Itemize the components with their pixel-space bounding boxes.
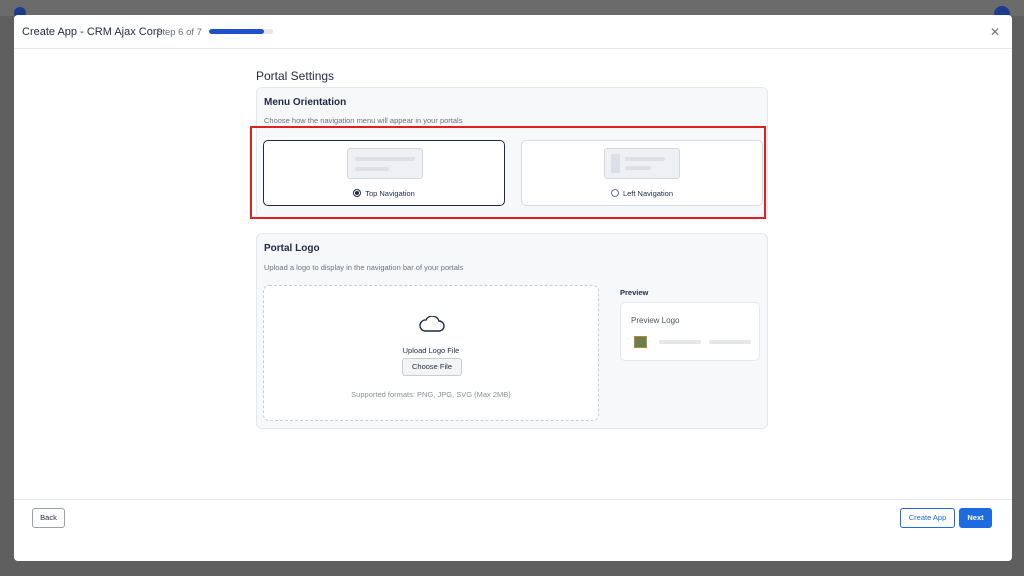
modal-title: Create App - CRM Ajax Corp	[22, 26, 163, 38]
annotation-highlight-box	[250, 126, 766, 219]
cloud-upload-icon	[419, 316, 445, 332]
logo-dropzone[interactable]: Upload Logo File Choose File Supported f…	[263, 285, 599, 421]
step-progress-bar	[209, 29, 273, 34]
modal-header: Create App - CRM Ajax Corp Step 6 of 7 ✕	[14, 15, 1012, 49]
menu-orientation-description: Choose how the navigation menu will appe…	[264, 116, 463, 125]
choose-file-button[interactable]: Choose File	[402, 358, 462, 376]
next-button[interactable]: Next	[959, 508, 992, 528]
image-placeholder-icon	[634, 336, 647, 348]
background-app-bar	[0, 0, 1024, 16]
preview-nav-placeholder	[659, 340, 701, 344]
step-indicator: Step 6 of 7	[156, 27, 202, 38]
portal-logo-title: Portal Logo	[264, 243, 320, 254]
logo-preview-box: Preview Logo	[620, 302, 760, 361]
create-app-modal: Create App - CRM Ajax Corp Step 6 of 7 ✕…	[14, 15, 1012, 561]
supported-formats-text: Supported formats: PNG, JPG, SVG (Max 2M…	[351, 390, 511, 399]
modal-footer-divider	[14, 499, 1012, 500]
section-title: Portal Settings	[256, 69, 335, 83]
portal-logo-description: Upload a logo to display in the navigati…	[264, 263, 464, 272]
preview-label: Preview	[620, 288, 649, 297]
close-button[interactable]: ✕	[990, 25, 1000, 39]
back-button[interactable]: Back	[32, 508, 65, 528]
preview-nav-placeholder	[709, 340, 751, 344]
step-progress-fill	[209, 29, 264, 34]
upload-logo-label: Upload Logo File	[402, 346, 460, 355]
menu-orientation-title: Menu Orientation	[264, 97, 347, 108]
preview-logo-title: Preview Logo	[631, 316, 680, 325]
create-app-button[interactable]: Create App	[900, 508, 955, 528]
